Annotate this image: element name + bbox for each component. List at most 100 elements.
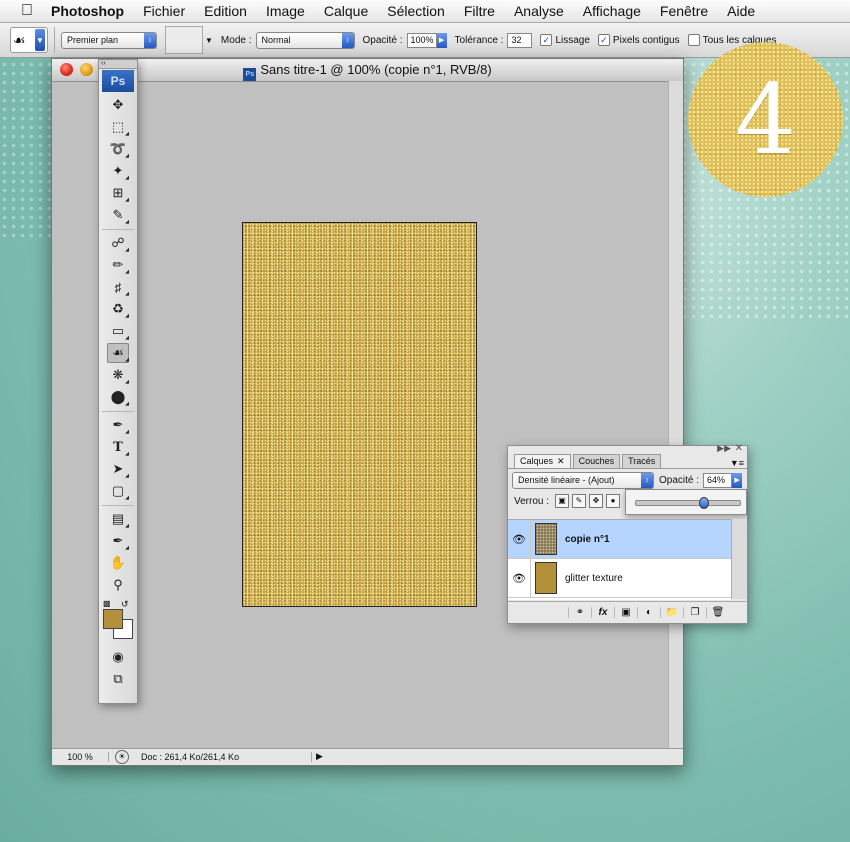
- eraser-tool-icon[interactable]: ▭ ◢: [107, 321, 129, 341]
- opacity-slider-track[interactable]: [635, 497, 741, 509]
- visibility-eye-icon[interactable]: 👁: [508, 533, 530, 546]
- path-selection-tool-icon[interactable]: ➤ ◢: [107, 459, 129, 479]
- document-titlebar[interactable]: Ps Sans titre-1 @ 100% (copie n°1, RVB/8): [52, 59, 683, 82]
- foreground-color-swatch[interactable]: [103, 609, 123, 629]
- menu-analyse[interactable]: Analyse: [514, 3, 564, 19]
- delete-layer-trash-icon[interactable]: 🗑: [706, 607, 729, 618]
- collapse-panel-icon[interactable]: ▶▶: [717, 443, 731, 454]
- dodge-tool-icon[interactable]: ⬤ ◢: [107, 387, 129, 407]
- mode-label: Mode :: [220, 34, 252, 46]
- quick-mask-icon[interactable]: ◉: [107, 647, 129, 667]
- opacity-slider-button[interactable]: ▶: [436, 32, 447, 48]
- screen-mode-icon[interactable]: ⧉: [107, 669, 129, 689]
- apple-icon[interactable]: : [17, 2, 37, 20]
- close-panel-icon[interactable]: ✕: [735, 443, 743, 454]
- panel-grip[interactable]: ‹›: [99, 60, 137, 69]
- history-brush-tool-icon[interactable]: ♻ ◢: [107, 299, 129, 319]
- divider: [530, 559, 531, 597]
- paint-bucket-tool-icon[interactable]: ☙ ◢: [107, 343, 129, 363]
- layer-style-fx-icon[interactable]: fx: [591, 607, 614, 618]
- divider: [54, 27, 55, 53]
- type-tool-icon[interactable]: T ◢: [107, 437, 129, 458]
- layer-name[interactable]: copie n°1: [565, 534, 610, 545]
- layer-name[interactable]: glitter texture: [565, 573, 623, 584]
- default-colors-icon[interactable]: ▩: [103, 599, 111, 608]
- menu-image[interactable]: Image: [266, 3, 305, 19]
- zoom-tool-icon[interactable]: ⚲: [107, 575, 129, 595]
- tab-couches[interactable]: Couches: [572, 454, 621, 468]
- rectangle-tool-icon[interactable]: ▢ ◢: [107, 481, 129, 501]
- lock-position-icon[interactable]: ✥: [589, 494, 604, 508]
- crop-tool-icon[interactable]: ⊞ ◢: [107, 183, 129, 203]
- layers-scrollbar[interactable]: [731, 519, 747, 599]
- tab-label: Calques: [520, 456, 554, 466]
- close-tab-icon[interactable]: ✕: [557, 456, 565, 466]
- menu-selection[interactable]: Sélection: [387, 3, 445, 19]
- healing-brush-tool-icon[interactable]: ☍ ◢: [107, 233, 129, 253]
- visibility-eye-icon[interactable]: 👁: [508, 572, 530, 585]
- divider: [530, 520, 531, 558]
- magic-wand-tool-icon[interactable]: ✦ ◢: [107, 161, 129, 181]
- new-layer-icon[interactable]: ❐: [683, 607, 706, 618]
- tool-preset-picker[interactable]: ☙ ▼: [10, 27, 48, 53]
- hand-tool-icon[interactable]: ✋: [107, 553, 129, 573]
- menu-edition[interactable]: Edition: [204, 3, 247, 19]
- panel-menu-icon[interactable]: ▼≡: [730, 458, 744, 468]
- adjustment-layer-icon[interactable]: ◐: [637, 607, 660, 618]
- layer-opacity-input[interactable]: 64%: [703, 472, 733, 488]
- opacity-input[interactable]: 100%: [406, 32, 437, 48]
- lock-transparency-icon[interactable]: ▣: [555, 494, 570, 508]
- link-layers-icon[interactable]: ⚭: [568, 607, 591, 618]
- status-info-icon[interactable]: ☀: [115, 750, 129, 764]
- pattern-picker[interactable]: [165, 26, 203, 54]
- opacity-slider-thumb[interactable]: [698, 497, 709, 509]
- menu-aide[interactable]: Aide: [727, 3, 755, 19]
- tab-traces[interactable]: Tracés: [622, 454, 662, 468]
- desktop-background-pattern-left: [0, 60, 55, 240]
- status-menu-arrow-icon[interactable]: ▶: [316, 751, 326, 763]
- eyedropper-slice-tool-icon[interactable]: ✎ ◢: [107, 205, 129, 225]
- tolerance-input[interactable]: 32: [507, 32, 533, 48]
- lock-all-icon[interactable]: ●: [606, 494, 621, 508]
- menu-affichage[interactable]: Affichage: [583, 3, 641, 19]
- menu-calque[interactable]: Calque: [324, 3, 368, 19]
- menu-filtre[interactable]: Filtre: [464, 3, 495, 19]
- new-group-folder-icon[interactable]: 📁: [660, 607, 683, 618]
- layer-opacity-slider-button[interactable]: ▶: [732, 472, 743, 488]
- eyedropper-tool-icon[interactable]: ✒ ◢: [107, 531, 129, 551]
- document-window: Ps Sans titre-1 @ 100% (copie n°1, RVB/8)…: [51, 58, 684, 766]
- lock-image-icon[interactable]: ✎: [572, 494, 587, 508]
- antialias-label: Lissage: [555, 34, 590, 46]
- document-canvas[interactable]: [242, 222, 477, 607]
- vertical-scrollbar[interactable]: [668, 81, 683, 749]
- lasso-tool-icon[interactable]: ➰ ◢: [107, 139, 129, 159]
- pen-tool-icon[interactable]: ✒ ◢: [107, 415, 129, 435]
- clone-stamp-tool-icon[interactable]: ♯ ◢: [107, 277, 129, 298]
- layer-row-glitter-texture[interactable]: 👁 glitter texture: [508, 559, 731, 598]
- tab-calques[interactable]: Calques ✕: [514, 454, 571, 468]
- marquee-tool-icon[interactable]: ⬚ ◢: [107, 117, 129, 137]
- menu-fichier[interactable]: Fichier: [143, 3, 185, 19]
- pattern-menu-arrow-icon[interactable]: ▼: [205, 36, 213, 45]
- color-swatches: ▩ ↺: [99, 599, 137, 645]
- move-tool-icon[interactable]: ✥: [107, 95, 129, 115]
- zoom-level-field[interactable]: 100 %: [52, 752, 109, 762]
- menu-fenetre[interactable]: Fenêtre: [660, 3, 708, 19]
- fill-source-value: Premier plan: [67, 35, 119, 45]
- contiguous-checkbox[interactable]: ✓: [597, 34, 610, 46]
- antialias-checkbox[interactable]: ✓: [540, 34, 553, 46]
- fill-source-select[interactable]: Premier plan ↕: [61, 31, 157, 49]
- all-layers-checkbox[interactable]: [687, 34, 700, 46]
- photoshop-logo[interactable]: Ps: [102, 70, 134, 92]
- paint-bucket-icon: ☙: [13, 31, 26, 48]
- menu-app-name[interactable]: Photoshop: [51, 3, 124, 19]
- panel-header[interactable]: ▶▶ ✕: [508, 443, 747, 454]
- brush-tool-icon[interactable]: ✏ ◢: [107, 255, 129, 275]
- notes-tool-icon[interactable]: ▤ ◢: [107, 509, 129, 529]
- layer-row-copie[interactable]: 👁 copie n°1: [508, 520, 731, 559]
- blur-tool-icon[interactable]: ❋ ◢: [107, 365, 129, 385]
- blend-mode-select[interactable]: Densité linéaire - (Ajout) ↕: [512, 471, 654, 489]
- mode-select[interactable]: Normal ↕: [255, 31, 355, 49]
- add-mask-icon[interactable]: ▣: [614, 607, 637, 618]
- opacity-label: Opacité :: [362, 34, 403, 46]
